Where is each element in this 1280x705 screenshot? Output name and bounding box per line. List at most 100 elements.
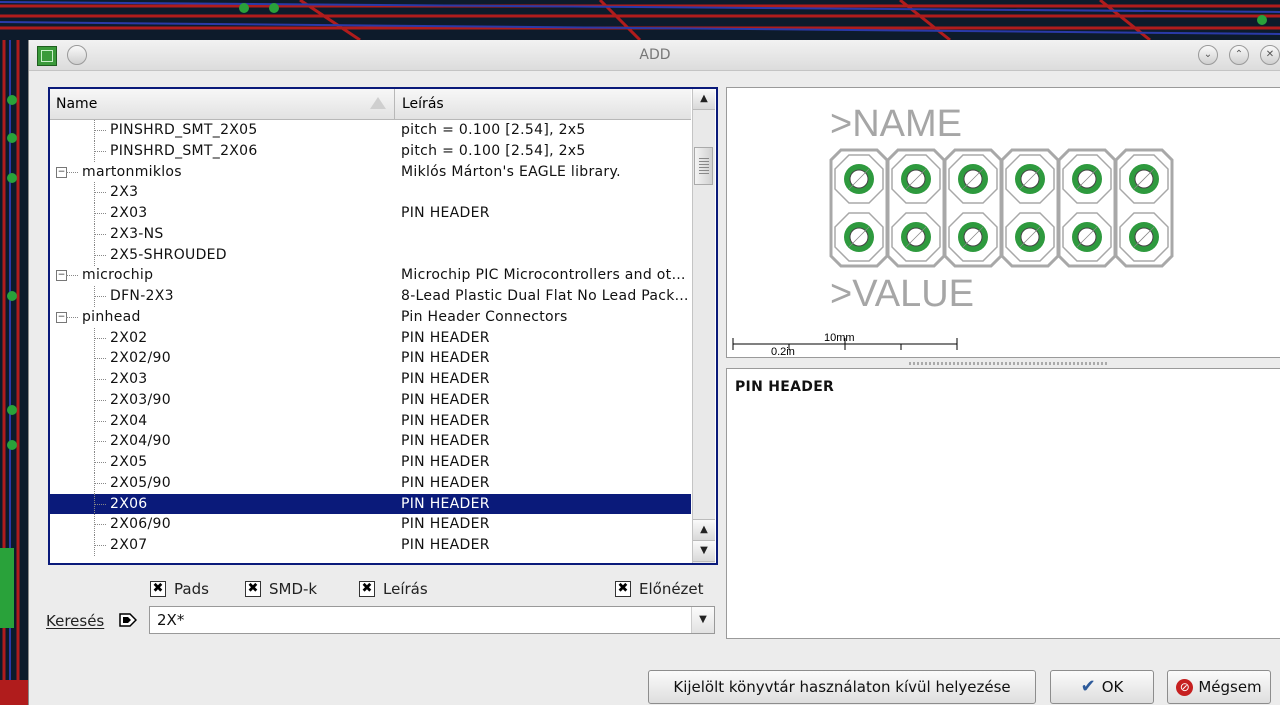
row-name: pinhead	[82, 308, 141, 325]
search-arrow-icon	[119, 613, 137, 627]
tree-guide-line	[94, 379, 106, 380]
row-name: 2X04/90	[110, 433, 171, 450]
row-description: PIN HEADER	[401, 516, 490, 533]
row-name: 2X02	[110, 329, 148, 346]
tree-guide-line	[94, 524, 106, 526]
search-combobox[interactable]: 2X* ▼	[149, 606, 715, 634]
tree-header: Name Leírás	[50, 89, 691, 120]
row-description: PIN HEADER	[401, 350, 490, 367]
row-name: 2X5-SHROUDED	[110, 246, 227, 263]
tree-group-row[interactable]: − microchip Microchip PIC Microcontrollers…	[50, 265, 691, 286]
tree-item-row[interactable]: 2X04 PIN HEADER	[50, 410, 691, 432]
scale-metric-label: 10mm	[824, 332, 855, 344]
column-header-description[interactable]: Leírás	[396, 89, 691, 119]
tree-item-row[interactable]: 2X3-NS	[50, 223, 691, 245]
tree-item-row[interactable]: 2X05/90 PIN HEADER	[50, 472, 691, 494]
tree-guide-line	[94, 213, 106, 214]
row-name: 2X04	[110, 412, 148, 429]
row-description: PIN HEADER	[401, 537, 490, 553]
description-label: Leírás	[383, 580, 428, 598]
add-dialog: ADD ⌄ ⌃ ✕ Name Leírás PINSHRD_SMT_2X05pi…	[28, 40, 1280, 705]
cancel-button[interactable]: ⊘ Mégsem	[1167, 670, 1271, 704]
tree-item-row[interactable]: 2X02 PIN HEADER	[50, 327, 691, 349]
tree-guide-line	[66, 275, 78, 277]
checkmark-icon: ✔	[1080, 676, 1096, 697]
row-name: 2X02/90	[110, 350, 171, 367]
scroll-up-button-lower[interactable]: ▲	[693, 519, 715, 541]
row-description: Miklós Márton's EAGLE library.	[401, 163, 621, 180]
ok-button[interactable]: ✔ OK	[1050, 670, 1154, 704]
dropdown-arrow-icon[interactable]: ▼	[691, 607, 714, 633]
tree-item-row[interactable]: PINSHRD_SMT_2X06 pitch = 0.100 [2.54], 2x…	[50, 140, 691, 162]
row-description: pitch = 0.100 [2.54], 2x5	[401, 122, 586, 138]
library-tree-view[interactable]: Name Leírás PINSHRD_SMT_2X05pitch = 0.10…	[48, 87, 718, 565]
vertical-scrollbar[interactable]: ▲ ▲ ▼	[692, 89, 715, 563]
row-name: 2X3	[110, 184, 139, 201]
tree-item-row[interactable]: 2X03/90 PIN HEADER	[50, 389, 691, 411]
row-description: PIN HEADER	[401, 433, 490, 450]
tree-guide-line	[94, 441, 106, 443]
tree-item-row[interactable]: PINSHRD_SMT_2X05 pitch = 0.100 [2.54], 2x…	[50, 120, 691, 141]
tree-item-row[interactable]: 2X5-SHROUDED	[50, 244, 691, 266]
scale-imperial-label: 0.2in	[771, 346, 795, 357]
tree-item-row[interactable]: 2X03 PIN HEADER	[50, 369, 691, 390]
window-title: ADD	[639, 47, 671, 63]
tree-group-row[interactable]: − martonmiklos Miklós Márton's EAGLE libra…	[50, 162, 691, 183]
tree-guide-line	[94, 482, 106, 484]
tree-group-row[interactable]: − pinhead Pin Header Connectors	[50, 307, 691, 328]
row-name: PINSHRD_SMT_2X05	[110, 122, 258, 138]
scroll-down-button[interactable]: ▼	[693, 540, 715, 562]
row-name: martonmiklos	[82, 163, 182, 180]
row-name: 2X3-NS	[110, 225, 164, 242]
maximize-button[interactable]: ⌃	[1229, 45, 1249, 65]
row-name: 2X06/90	[110, 516, 171, 533]
preview-name-label: >NAME	[830, 103, 962, 145]
row-description: PIN HEADER	[401, 495, 490, 512]
preview-check-mark: ✖	[615, 581, 631, 597]
description-panel: PIN HEADER	[726, 368, 1280, 639]
tree-item-row[interactable]: 2X07 PIN HEADER	[50, 535, 691, 556]
row-name: microchip	[82, 267, 154, 284]
tree-item-row[interactable]: DFN-2X3 8-Lead Plastic Dual Flat No Lead …	[50, 286, 691, 307]
sort-ascending-icon	[370, 97, 386, 109]
tree-guide-line	[94, 192, 106, 194]
tree-guide-line	[94, 420, 106, 422]
smd-label: SMD-k	[269, 580, 318, 598]
row-name: PINSHRD_SMT_2X06	[110, 142, 258, 159]
exclude-library-button[interactable]: Kijelölt könyvtár használaton kívül hely…	[648, 670, 1036, 704]
tree-guide-line	[94, 545, 106, 546]
search-input[interactable]: 2X*	[157, 611, 184, 629]
tree-item-row[interactable]: 2X06 PIN HEADER	[50, 493, 691, 515]
exclude-library-label: Kijelölt könyvtár használaton kívül hely…	[673, 678, 1011, 696]
tree-guide-line	[94, 150, 106, 152]
chevron-down-icon: ⌄	[1203, 49, 1213, 60]
tree-item-row[interactable]: 2X05 PIN HEADER	[50, 452, 691, 473]
row-description: PIN HEADER	[401, 329, 490, 346]
row-description: PIN HEADER	[401, 391, 490, 408]
tree-item-row[interactable]: 2X02/90 PIN HEADER	[50, 348, 691, 370]
row-description: PIN HEADER	[401, 412, 490, 429]
row-name: 2X03/90	[110, 391, 171, 408]
tree-item-row[interactable]: 2X3	[50, 182, 691, 204]
column-header-name[interactable]: Name	[50, 89, 395, 119]
row-description: Microchip PIC Microcontrollers and other…	[401, 267, 689, 284]
preview-value-label: >VALUE	[830, 273, 974, 315]
row-description: pitch = 0.100 [2.54], 2x5	[401, 142, 586, 159]
minimize-button[interactable]: ⌄	[1198, 45, 1218, 65]
row-name: 2X05	[110, 454, 148, 470]
tree-item-row[interactable]: 2X06/90 PIN HEADER	[50, 514, 691, 536]
row-name: DFN-2X3	[110, 288, 174, 304]
scroll-up-button[interactable]: ▲	[693, 89, 715, 110]
panel-splitter[interactable]	[909, 362, 1109, 365]
ok-label: OK	[1101, 678, 1124, 696]
tree-guide-line	[94, 296, 106, 297]
tree-item-row[interactable]: 2X03 PIN HEADER	[50, 203, 691, 224]
tree-guide-line	[66, 171, 78, 173]
tree-guide-line	[94, 254, 106, 256]
close-icon: ✕	[1265, 49, 1275, 60]
tree-guide-line	[94, 130, 106, 131]
close-button[interactable]: ✕	[1260, 45, 1280, 65]
tree-item-row[interactable]: 2X04/90 PIN HEADER	[50, 431, 691, 453]
scrollbar-thumb[interactable]	[694, 147, 713, 185]
row-description: PIN HEADER	[401, 205, 490, 221]
